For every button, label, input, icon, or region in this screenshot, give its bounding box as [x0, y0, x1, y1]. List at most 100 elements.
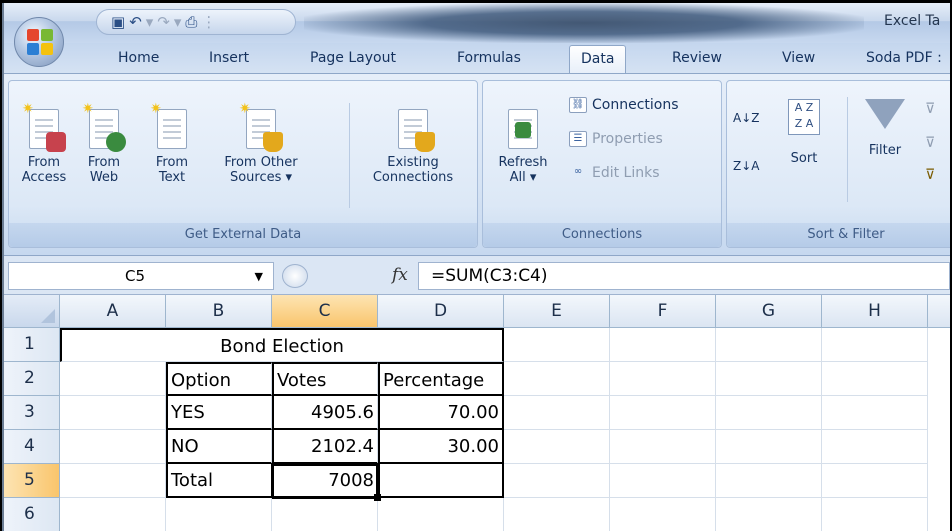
row-header-2[interactable]: 2	[4, 362, 60, 396]
tab-view[interactable]: View	[782, 50, 815, 66]
cell-h1[interactable]	[822, 328, 928, 362]
from-access-button[interactable]: ✷ From Access	[17, 102, 71, 186]
column-header-c[interactable]: C	[272, 295, 378, 328]
tab-formulas[interactable]: Formulas	[457, 50, 521, 66]
cell-f3[interactable]	[610, 396, 716, 430]
cell-h4[interactable]	[822, 430, 928, 464]
column-header-e[interactable]: E	[504, 295, 610, 328]
cell-d3[interactable]: 70.00	[378, 396, 504, 430]
cell-a2[interactable]	[60, 362, 166, 396]
cell-g2[interactable]	[716, 362, 822, 396]
cell-g6[interactable]	[716, 498, 822, 531]
office-button[interactable]	[14, 17, 64, 67]
column-header-d[interactable]: D	[378, 295, 504, 328]
cell-e3[interactable]	[504, 396, 610, 430]
tab-data[interactable]: Data	[569, 45, 627, 75]
cell-g1[interactable]	[716, 328, 822, 362]
cell-d5[interactable]	[378, 464, 504, 498]
from-other-sources-button[interactable]: ✷ From Other Sources ▾	[211, 102, 311, 186]
from-web-button[interactable]: ✷ From Web	[79, 102, 129, 185]
cell-h3[interactable]	[822, 396, 928, 430]
row-header-5[interactable]: 5	[4, 464, 60, 498]
undo-icon[interactable]: ↶	[129, 13, 142, 31]
cell-a3[interactable]	[60, 396, 166, 430]
cell-b4[interactable]: NO	[166, 430, 272, 464]
tab-home[interactable]: Home	[118, 50, 159, 66]
cell-f1[interactable]	[610, 328, 716, 362]
cell-h2[interactable]	[822, 362, 928, 396]
from-text-button[interactable]: ✷ From Text	[147, 102, 197, 186]
cell-g3[interactable]	[716, 396, 822, 430]
row-header-3[interactable]: 3	[4, 396, 60, 430]
column-header-next[interactable]	[928, 295, 950, 328]
cell-f5[interactable]	[610, 464, 716, 498]
tab-insert[interactable]: Insert	[209, 50, 249, 66]
reapply-filter-icon[interactable]: ⊽	[925, 135, 935, 151]
cell-g5[interactable]	[716, 464, 822, 498]
tab-review[interactable]: Review	[672, 50, 722, 66]
column-header-a[interactable]: A	[60, 295, 166, 328]
insert-function-icon[interactable]: fx	[392, 265, 408, 285]
connections-button[interactable]: ⛓ Connections	[569, 97, 679, 113]
undo-dropdown-icon[interactable]: ▾	[146, 13, 154, 31]
sort-button[interactable]: A ZZ A Sort	[777, 99, 831, 166]
cell-d4[interactable]: 30.00	[378, 430, 504, 464]
tab-page-layout[interactable]: Page Layout	[310, 50, 396, 66]
cell-b5[interactable]: Total	[166, 464, 272, 498]
cell-e4[interactable]	[504, 430, 610, 464]
formula-input[interactable]: =SUM(C3:C4)	[418, 262, 950, 290]
sort-z-to-a-button[interactable]: Z↓A	[733, 159, 759, 173]
row-header-1[interactable]: 1	[4, 328, 60, 362]
cell-e1[interactable]	[504, 328, 610, 362]
clear-filter-icon[interactable]: ⊽	[925, 101, 935, 117]
fill-handle[interactable]	[374, 494, 381, 501]
row-header-6[interactable]: 6	[4, 498, 60, 531]
cell-f2[interactable]	[610, 362, 716, 396]
formula-bar-expand-icon[interactable]	[282, 264, 308, 288]
redo-dropdown-icon[interactable]: ▾	[174, 13, 182, 31]
cell-b3[interactable]: YES	[166, 396, 272, 430]
row-header-4[interactable]: 4	[4, 430, 60, 464]
cell-e5[interactable]	[504, 464, 610, 498]
cell-d6[interactable]	[378, 498, 504, 531]
column-header-b[interactable]: B	[166, 295, 272, 328]
cell-e2[interactable]	[504, 362, 610, 396]
name-box[interactable]: C5 ▼	[8, 262, 274, 290]
cell-c3[interactable]: 4905.6	[272, 396, 378, 430]
name-box-dropdown-icon[interactable]: ▼	[255, 264, 263, 290]
cell-a1-merged[interactable]: Bond Election	[60, 328, 504, 362]
refresh-all-button[interactable]: Refresh All ▾	[487, 109, 559, 185]
save-icon[interactable]: ▣	[111, 13, 125, 31]
sort-a-to-z-button[interactable]: A↓Z	[733, 111, 759, 125]
cell-f4[interactable]	[610, 430, 716, 464]
cell-h5[interactable]	[822, 464, 928, 498]
select-all-button[interactable]	[4, 295, 60, 328]
redo-icon[interactable]: ↷	[157, 13, 170, 31]
cell-f6[interactable]	[610, 498, 716, 531]
customize-qat-icon[interactable]: ⋮	[201, 13, 216, 31]
cell-a6[interactable]	[60, 498, 166, 531]
cell-h6[interactable]	[822, 498, 928, 531]
column-header-g[interactable]: G	[716, 295, 822, 328]
cell-c4[interactable]: 2102.4	[272, 430, 378, 464]
cell-e6[interactable]	[504, 498, 610, 531]
cell-c5-selected[interactable]: 7008	[271, 463, 379, 499]
cell-c6[interactable]	[272, 498, 378, 531]
cell-b2[interactable]: Option	[166, 362, 272, 396]
print-preview-icon[interactable]: ⎙	[185, 13, 197, 31]
edit-links-button[interactable]: ∞ Edit Links	[569, 165, 660, 181]
tab-soda-pdf[interactable]: Soda PDF :	[866, 50, 942, 66]
refresh-icon	[508, 109, 538, 149]
existing-connections-button[interactable]: Existing Connections	[357, 109, 469, 185]
column-header-f[interactable]: F	[610, 295, 716, 328]
cell-d2[interactable]: Percentage	[378, 362, 504, 396]
column-header-h[interactable]: H	[822, 295, 928, 328]
cell-c2[interactable]: Votes	[272, 362, 378, 396]
cell-b6[interactable]	[166, 498, 272, 531]
advanced-filter-icon[interactable]: ⊽	[925, 167, 935, 183]
cell-a5[interactable]	[60, 464, 166, 498]
cell-g4[interactable]	[716, 430, 822, 464]
cell-a4[interactable]	[60, 430, 166, 464]
properties-button[interactable]: ☰ Properties	[569, 131, 663, 147]
filter-button[interactable]: Filter	[855, 99, 915, 158]
